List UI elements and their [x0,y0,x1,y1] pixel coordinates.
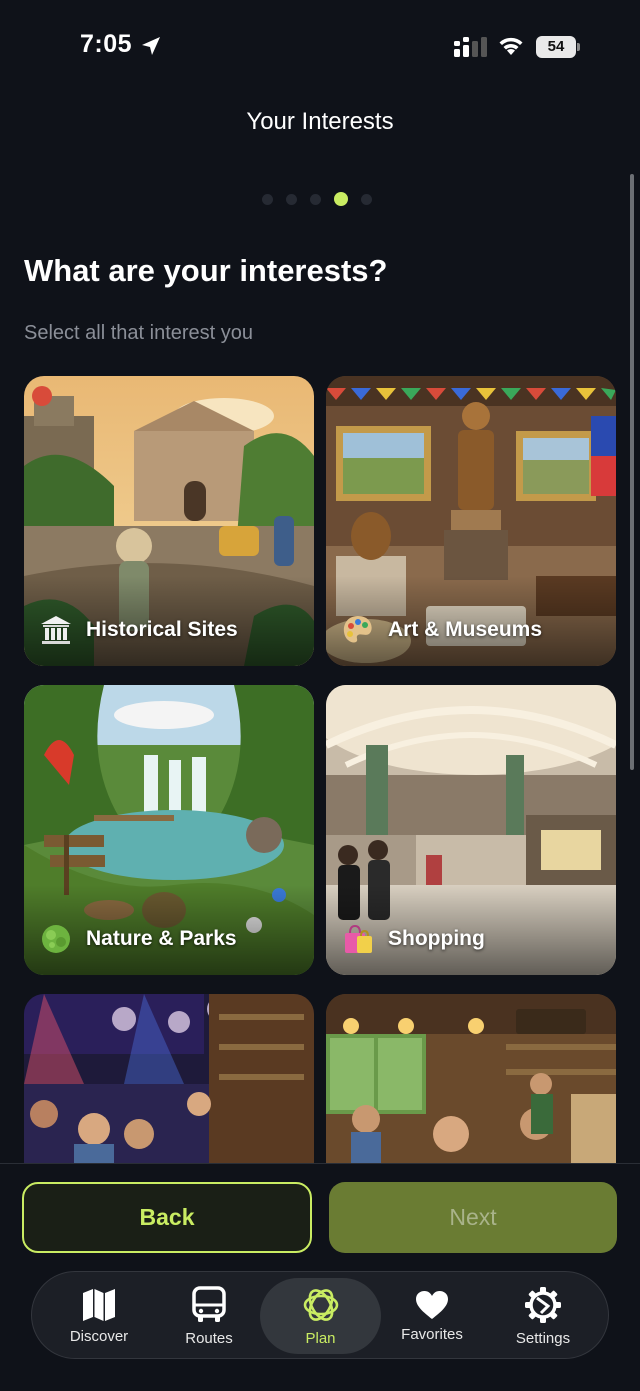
interest-card-6[interactable] [326,994,616,1164]
step-dot-active [334,192,348,206]
page-title: Your Interests [246,108,394,135]
card-title: Nature & Parks [86,927,237,950]
card-label: Historical Sites [38,612,238,648]
step-indicator [262,192,372,206]
cellular-signal-icon [454,37,487,57]
tab-settings[interactable]: Settings [483,1272,603,1360]
bus-icon [192,1285,226,1322]
tab-label: Favorites [401,1325,463,1343]
nightlife-image [24,994,314,1164]
tab-discover[interactable]: Discover [39,1272,159,1360]
battery-icon: 54 [536,36,580,58]
card-label: Shopping [340,921,485,957]
artist-palette-icon [340,612,376,648]
heart-icon [416,1290,448,1319]
scrollbar[interactable] [630,174,634,770]
step-dot [262,193,273,205]
status-bar: 7:05 54 [0,0,640,94]
plan-icon [303,1288,338,1321]
card-title: Historical Sites [86,618,238,641]
tree-icon [38,921,74,957]
interest-card-5[interactable] [24,994,314,1164]
interest-grid: Historical Sites Art & Museums Nature & … [24,376,616,1164]
card-label: Art & Museums [340,612,542,648]
card-title: Art & Museums [388,618,543,641]
cafe-image [326,994,616,1164]
step-dot [286,193,297,205]
tab-label: Settings [515,1329,571,1347]
status-time: 7:05 [80,30,133,58]
gear-icon [525,1286,561,1323]
card-label: Nature & Parks [38,921,237,957]
tab-routes[interactable]: Routes [149,1272,269,1360]
interest-card-nature-parks[interactable]: Nature & Parks [24,685,314,975]
step-dot [361,193,372,205]
tab-label: Discover [69,1327,129,1345]
classical-building-icon [38,612,74,648]
location-arrow-icon [142,37,160,55]
wifi-icon [499,37,523,55]
tab-label: Plan [305,1329,336,1347]
tab-plan[interactable]: Plan [260,1278,381,1354]
back-button[interactable]: Back [22,1182,312,1253]
shopping-bags-icon [340,921,376,957]
step-dot [310,193,321,205]
footer-divider [0,1163,640,1164]
card-title: Shopping [388,927,485,950]
section-subheading: Select all that interest you [24,322,254,344]
tab-bar: Discover Routes Plan Favorites Settings [31,1271,609,1359]
tab-label: Routes [185,1329,233,1347]
interest-card-art-museums[interactable]: Art & Museums [326,376,616,666]
section-heading: What are your interests? [24,253,388,288]
battery-level: 54 [536,36,576,58]
interest-card-shopping[interactable]: Shopping [326,685,616,975]
tab-favorites[interactable]: Favorites [372,1272,492,1360]
interest-card-historical-sites[interactable]: Historical Sites [24,376,314,666]
map-icon [83,1288,115,1321]
next-button[interactable]: Next [329,1182,617,1253]
